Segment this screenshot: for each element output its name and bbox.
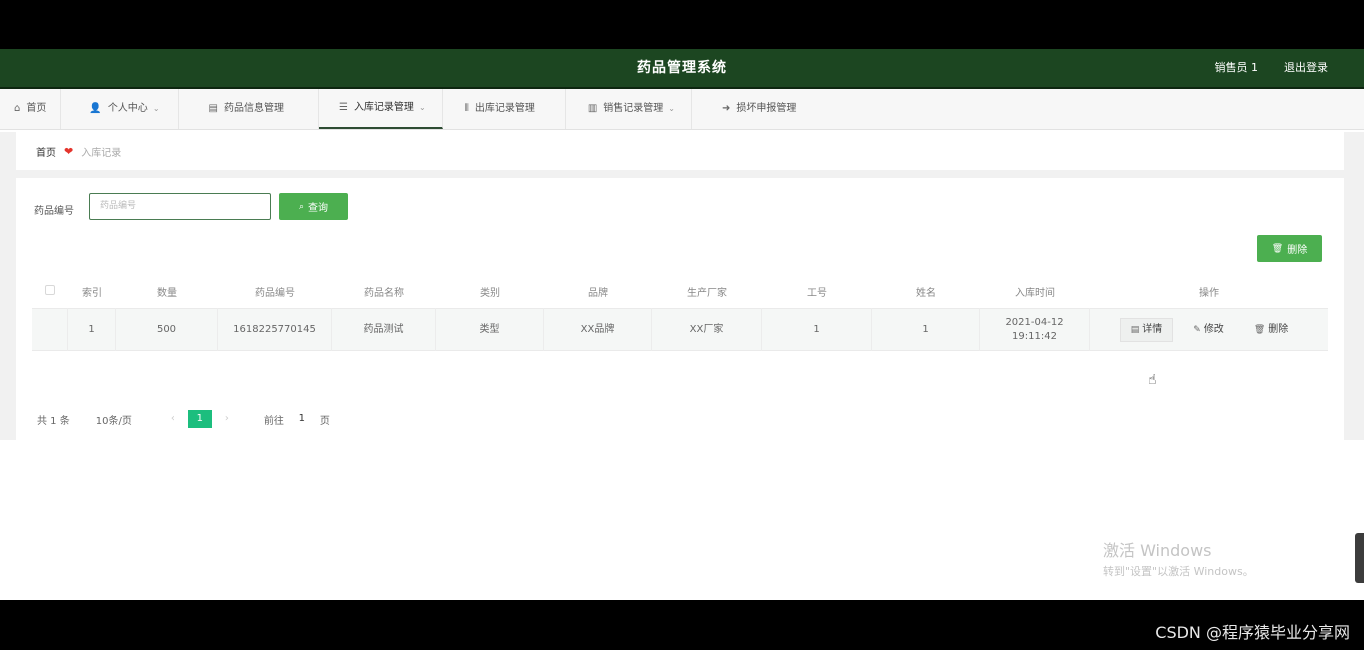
nav-label: 药品信息管理 (223, 103, 284, 114)
cell-drug-code: 1618225770145 (218, 308, 332, 351)
col-header-quantity: 数量 (157, 288, 177, 299)
col-header-manufacturer: 生产厂家 (687, 288, 727, 299)
delete-button-label: 删除 (1287, 245, 1308, 256)
home-icon: ⌂ (14, 103, 21, 114)
watermark-line-2: 转到"设置"以激活 Windows。 (1103, 565, 1254, 578)
search-input[interactable]: 药品编号 (89, 193, 271, 220)
breadcrumb-current: 入库记录 (81, 147, 122, 159)
nav-item-sales-records[interactable]: ▥ 销售记录管理 ⌄ (566, 89, 692, 129)
chevron-down-icon: ⌄ (418, 103, 426, 112)
nav-item-home[interactable]: ⌂ 首页 (0, 89, 62, 129)
trash-icon: 🗑 (1271, 243, 1284, 254)
goto-page-input[interactable]: 1 (290, 410, 314, 428)
nav-label: 个人中心 (107, 103, 148, 114)
chevron-down-icon: ⌄ (152, 104, 160, 113)
current-user: 销售员 1 (1214, 61, 1259, 74)
row-actions: ▤ 详情 ✎ 修改 🗑 删除 (1119, 317, 1299, 342)
nav-item-personal-center[interactable]: 👤 个人中心 ⌄ (61, 89, 179, 129)
cell-manufacturer: XX厂家 (652, 308, 762, 351)
col-header-category: 类别 (480, 288, 500, 299)
batch-delete-button[interactable]: 🗑 删除 (1257, 235, 1322, 262)
header-checkbox-cell[interactable] (32, 285, 68, 298)
main-content: 首页 ❤ 入库记录 药品编号 药品编号 ⌕ 查询 🗑 删除 索引 数量 药品编号… (0, 132, 1364, 440)
col-header-operations: 操作 (1199, 288, 1219, 299)
nav-item-damage-report[interactable]: ➜ 损坏申报管理 (692, 89, 810, 129)
row-checkbox[interactable] (45, 325, 55, 335)
search-label: 药品编号 (34, 206, 74, 217)
query-button-label: 查询 (308, 203, 329, 214)
breadcrumb: 首页 ❤ 入库记录 (16, 132, 1344, 170)
pagination: 共 1 条 10条/页 ‹ 1 › 前往 1 页 (37, 410, 330, 428)
query-button[interactable]: ⌕ 查询 (279, 193, 348, 220)
source-caption: CSDN @程序猿毕业分享网 (1155, 623, 1350, 642)
document-icon: ▤ (1130, 324, 1140, 335)
app-title: 药品管理系统 (637, 60, 727, 76)
cell-category: 类型 (436, 308, 544, 351)
detail-button[interactable]: ▤ 详情 (1119, 317, 1174, 342)
nav-item-outbound-records[interactable]: ⫴ 出库记录管理 (443, 89, 566, 129)
user-icon: 👤 (89, 103, 102, 114)
chart-icon: ▥ (587, 103, 598, 114)
col-header-drug-code: 药品编号 (255, 288, 295, 299)
cell-inbound-time: 2021-04-12 19:11:42 (980, 308, 1090, 351)
breadcrumb-home[interactable]: 首页 (36, 144, 56, 159)
document-icon: ▤ (208, 103, 218, 114)
cell-employee-name: 1 (872, 308, 980, 351)
col-header-employee-no: 工号 (807, 288, 827, 299)
col-header-employee-name: 姓名 (916, 288, 936, 299)
search-icon: ⌕ (298, 201, 305, 212)
col-header-brand: 品牌 (588, 288, 608, 299)
heart-icon: ❤ (64, 144, 74, 158)
row-checkbox-cell[interactable] (32, 308, 68, 351)
edit-label: 修改 (1203, 323, 1224, 335)
list-icon: ☰ (338, 102, 348, 113)
delete-row-button[interactable]: 🗑 删除 (1244, 319, 1298, 341)
records-panel: 药品编号 药品编号 ⌕ 查询 🗑 删除 索引 数量 药品编号 药品名称 类别 品… (16, 178, 1344, 440)
col-header-drug-name: 药品名称 (364, 288, 404, 299)
trash-icon: 🗑 (1253, 324, 1266, 335)
nav-label: 首页 (26, 103, 47, 114)
logout-link[interactable]: 退出登录 (1284, 49, 1328, 87)
nav-item-inbound-records[interactable]: ☰ 入库记录管理 ⌄ (318, 89, 443, 129)
detail-label: 详情 (1142, 323, 1163, 335)
nav-item-drug-info[interactable]: ▤ 药品信息管理 (179, 89, 319, 129)
table-header: 索引 数量 药品编号 药品名称 类别 品牌 生产厂家 工号 姓名 入库时间 操作 (32, 275, 1328, 308)
cell-employee-no: 1 (762, 308, 872, 351)
page-unit-label: 页 (319, 415, 330, 427)
page-number-current[interactable]: 1 (187, 410, 212, 428)
cell-drug-name: 药品测试 (332, 308, 436, 351)
edit-button[interactable]: ✎ 修改 (1183, 319, 1234, 341)
hand-cursor-icon: ☝ (1148, 372, 1157, 388)
windows-activation-watermark: 激活 Windows 转到"设置"以激活 Windows。 (1103, 537, 1254, 579)
delete-row-label: 删除 (1268, 323, 1289, 335)
watermark-line-1: 激活 Windows (1103, 541, 1212, 560)
nav-label: 销售记录管理 (603, 103, 664, 114)
cell-index: 1 (68, 308, 116, 351)
side-edge-tab[interactable] (1355, 533, 1364, 583)
table-row: 1 500 1618225770145 药品测试 类型 XX品牌 XX厂家 1 … (32, 308, 1328, 351)
page-size-select[interactable]: 10条/页 (96, 412, 132, 427)
nav-label: 损坏申报管理 (736, 103, 797, 114)
col-header-inbound-time: 入库时间 (1015, 288, 1055, 299)
records-table: 索引 数量 药品编号 药品名称 类别 品牌 生产厂家 工号 姓名 入库时间 操作 (32, 275, 1328, 351)
edit-icon: ✎ (1193, 324, 1201, 335)
nav-label: 出库记录管理 (474, 103, 535, 114)
goto-label: 前往 (263, 415, 284, 427)
main-nav: ⌂ 首页 👤 个人中心 ⌄ ▤ 药品信息管理 ☰ 入库记录管理 ⌄ ⫴ 出库记录… (0, 89, 1364, 130)
screen-frame: 药品管理系统 销售员 1 退出登录 ⌂ 首页 👤 个人中心 ⌄ ▤ 药品信息管理… (0, 0, 1364, 650)
prev-page-button[interactable]: ‹ (162, 410, 184, 428)
top-header: 药品管理系统 销售员 1 退出登录 (0, 49, 1364, 89)
col-header-index: 索引 (82, 288, 102, 299)
arrow-right-icon: ➜ (722, 103, 731, 114)
app-window: 药品管理系统 销售员 1 退出登录 ⌂ 首页 👤 个人中心 ⌄ ▤ 药品信息管理… (0, 49, 1364, 600)
chevron-down-icon: ⌄ (668, 104, 675, 113)
cell-quantity: 500 (116, 308, 218, 351)
cell-operations: ▤ 详情 ✎ 修改 🗑 删除 (1090, 308, 1328, 351)
cell-brand: XX品牌 (544, 308, 652, 351)
columns-icon: ⫴ (464, 103, 469, 114)
next-page-button[interactable]: › (216, 410, 238, 428)
pagination-total: 共 1 条 (37, 415, 70, 427)
nav-label: 入库记录管理 (353, 102, 414, 113)
select-all-checkbox[interactable] (45, 285, 55, 295)
